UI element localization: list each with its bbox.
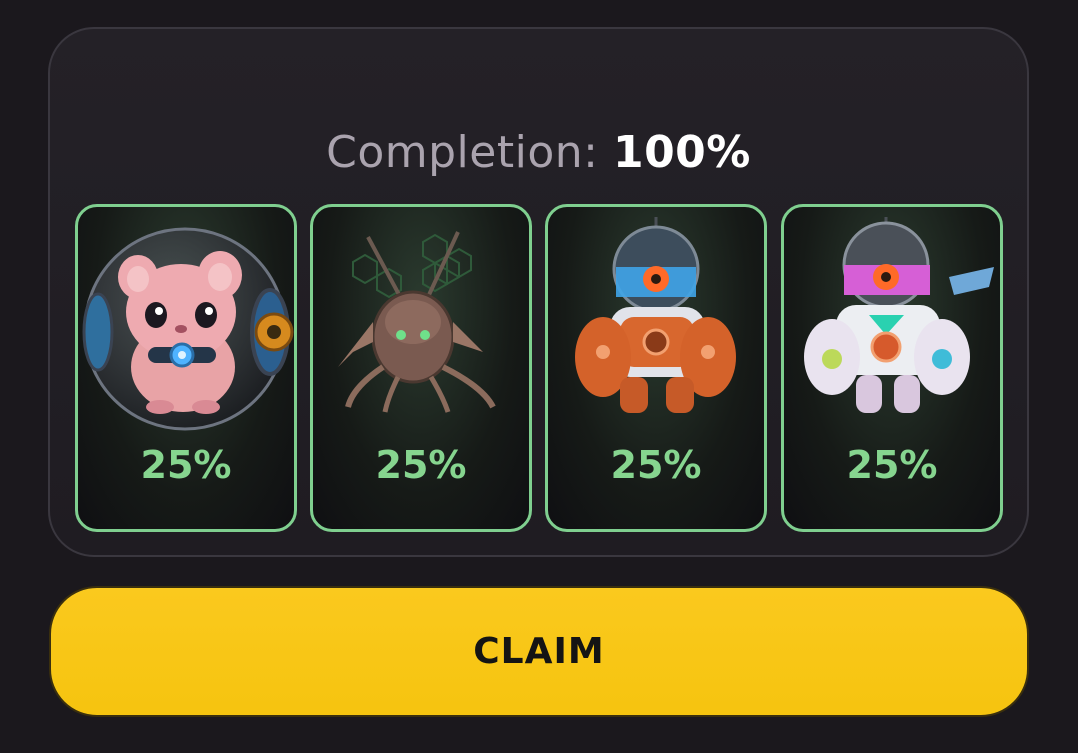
orange-robot-icon	[575, 217, 736, 413]
completion-text: Completion: 100%	[50, 127, 1027, 178]
card-orange-robot: 25%	[545, 204, 767, 532]
card-percent: 25%	[846, 443, 938, 487]
completion-value: 100%	[612, 127, 751, 178]
card-percent: 25%	[610, 443, 702, 487]
card-percent: 25%	[140, 443, 232, 487]
insect-drone-icon	[338, 231, 503, 413]
card-insect: 25%	[310, 204, 532, 532]
card-hamster: 25%	[75, 204, 297, 532]
completion-label: Completion:	[326, 127, 599, 178]
card-percent: 25%	[375, 443, 467, 487]
claim-button[interactable]: CLAIM	[49, 586, 1029, 717]
hamster-ball-icon	[82, 227, 294, 431]
card-pink-robot: 25%	[781, 204, 1003, 532]
pink-robot-icon	[804, 217, 994, 413]
